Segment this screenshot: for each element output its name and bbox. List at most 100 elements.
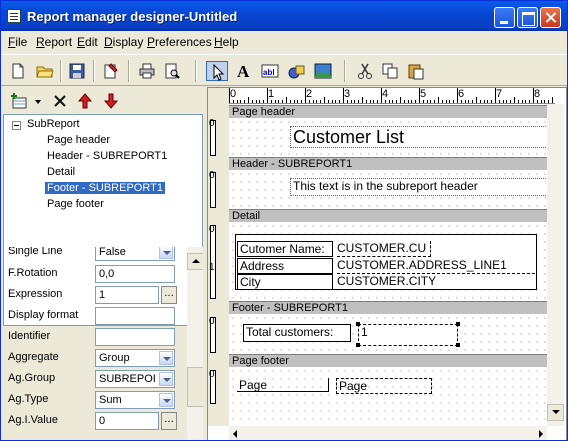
ruler-number: 1: [209, 262, 215, 273]
dropdown-arrow-icon[interactable]: [159, 247, 173, 259]
band-bar-page-header[interactable]: Page header: [229, 105, 547, 118]
paste-icon[interactable]: [405, 61, 427, 81]
expression-input[interactable]: 1: [95, 286, 159, 304]
ag-value-ellipsis-button[interactable]: ...: [161, 412, 177, 430]
move-down-icon[interactable]: [100, 91, 122, 111]
field-page-number[interactable]: Page: [336, 378, 432, 394]
menu-preferences[interactable]: Preferences: [147, 35, 212, 49]
label-city[interactable]: City: [237, 274, 333, 290]
menu-edit[interactable]: Edit: [77, 35, 98, 49]
subreport-header-text[interactable]: This text is in the subreport header: [290, 178, 550, 196]
scroll-thumb[interactable]: [187, 367, 203, 407]
resize-handle[interactable]: [356, 322, 360, 326]
tree-node-detail[interactable]: Detail: [45, 166, 77, 178]
ag-group-select[interactable]: SUBREPOI: [95, 370, 175, 388]
svg-text:A: A: [237, 62, 250, 80]
label-page[interactable]: Page: [237, 378, 329, 392]
ruler-tick: [548, 100, 550, 103]
ag-type-select[interactable]: Sum: [95, 391, 175, 409]
menu-report[interactable]: Report: [36, 35, 72, 49]
move-up-icon[interactable]: [74, 91, 96, 111]
menu-display[interactable]: Display: [104, 35, 143, 49]
add-section-icon[interactable]: [8, 91, 30, 111]
scroll-up-icon[interactable]: [187, 253, 203, 270]
ruler-tick: [449, 100, 451, 103]
print-icon[interactable]: [136, 61, 158, 81]
save-icon[interactable]: [66, 61, 88, 81]
menu-file[interactable]: File: [8, 35, 27, 49]
new-file-icon[interactable]: [7, 61, 29, 81]
text-tool-icon[interactable]: A: [233, 61, 255, 81]
band-detail[interactable]: Cutomer Name: Address City CUSTOMER.CU C…: [229, 222, 547, 300]
ruler-tick: [533, 88, 534, 103]
ruler-tick: [460, 100, 462, 103]
open-folder-icon[interactable]: [34, 61, 56, 81]
single-line-select[interactable]: False: [95, 247, 175, 261]
dropdown-arrow-icon[interactable]: [159, 372, 173, 386]
tree-node-subreport-header[interactable]: Header - SUBREPORT1: [45, 150, 169, 162]
tree-node-subreport[interactable]: SubReport: [25, 118, 82, 130]
band-bar-subreport-footer[interactable]: Footer - SUBREPORT1: [229, 301, 547, 314]
band-bar-detail[interactable]: Detail: [229, 209, 547, 222]
print-preview-icon[interactable]: [161, 61, 183, 81]
property-scrollbar[interactable]: [187, 247, 203, 440]
dropdown-arrow-icon[interactable]: [159, 351, 173, 365]
scroll-left-icon[interactable]: [233, 430, 237, 438]
collapse-icon[interactable]: [12, 121, 21, 130]
scroll-right-icon[interactable]: [539, 430, 543, 438]
resize-handle[interactable]: [456, 322, 460, 326]
ruler-tick: [502, 100, 504, 103]
delete-icon[interactable]: [49, 91, 71, 111]
display-format-input[interactable]: [95, 307, 175, 325]
ruler-tick: [426, 100, 428, 103]
resize-handle[interactable]: [456, 343, 460, 347]
title-bar[interactable]: Report manager designer-Untitled: [1, 1, 567, 31]
field-city[interactable]: CUSTOMER.CITY: [337, 274, 535, 290]
scroll-down-icon[interactable]: [547, 404, 564, 421]
resize-handle[interactable]: [356, 343, 360, 347]
aggregate-select[interactable]: Group: [95, 349, 175, 367]
page-setup-icon[interactable]: [100, 61, 122, 81]
menu-help[interactable]: Help: [214, 35, 239, 49]
rotation-input[interactable]: 0,0: [95, 265, 175, 283]
band-subreport-header[interactable]: This text is in the subreport header: [229, 170, 550, 208]
band-bar-subreport-header[interactable]: Header - SUBREPORT1: [229, 157, 547, 170]
label-customer-name[interactable]: Cutomer Name:: [237, 241, 333, 257]
image-tool-icon[interactable]: [312, 61, 334, 81]
expression-tool-icon[interactable]: abl: [259, 61, 281, 81]
vertical-scrollbar[interactable]: [547, 104, 564, 426]
page-title-label[interactable]: Customer List: [290, 126, 550, 148]
minimize-button[interactable]: [494, 7, 515, 28]
property-row: Ag.Group SUBREPOI: [3, 368, 203, 389]
dropdown-arrow-icon[interactable]: [159, 393, 173, 407]
tree-node-page-header[interactable]: Page header: [45, 134, 112, 146]
band-page-header[interactable]: Customer List: [229, 118, 550, 156]
ruler-tick: [483, 100, 485, 103]
field-total-customers[interactable]: 1: [358, 324, 458, 346]
tree-node-subreport-footer[interactable]: Footer - SUBREPORT1: [45, 182, 165, 194]
ag-initial-value-input[interactable]: 0: [95, 412, 159, 430]
expression-ellipsis-button[interactable]: ...: [161, 286, 177, 304]
ruler-tick: [305, 88, 306, 103]
maximize-button[interactable]: [517, 7, 538, 28]
band-subreport-footer[interactable]: Total customers: 1: [229, 314, 547, 354]
select-pointer-icon[interactable]: [206, 61, 228, 81]
band-bar-page-footer[interactable]: Page footer: [229, 354, 547, 367]
ruler-tick: [335, 100, 337, 103]
close-button[interactable]: [540, 7, 561, 28]
dropdown-arrow-icon[interactable]: [35, 100, 41, 104]
ruler-tick: [384, 100, 386, 103]
label-total-customers[interactable]: Total customers:: [243, 324, 351, 342]
cut-icon[interactable]: [354, 61, 376, 81]
shape-tool-icon[interactable]: [285, 61, 307, 81]
tree-node-page-footer[interactable]: Page footer: [45, 198, 106, 210]
horizontal-scrollbar[interactable]: [229, 426, 547, 440]
band-page-footer[interactable]: Page Page: [229, 367, 547, 426]
ruler-tick: [525, 100, 527, 103]
ruler-tick: [339, 100, 341, 103]
label-address[interactable]: Address: [237, 258, 333, 274]
field-customer-name[interactable]: CUSTOMER.CU: [337, 241, 431, 257]
field-address[interactable]: CUSTOMER.ADDRESS_LINE1: [337, 258, 535, 274]
copy-icon[interactable]: [379, 61, 401, 81]
identifier-input[interactable]: [95, 328, 175, 346]
